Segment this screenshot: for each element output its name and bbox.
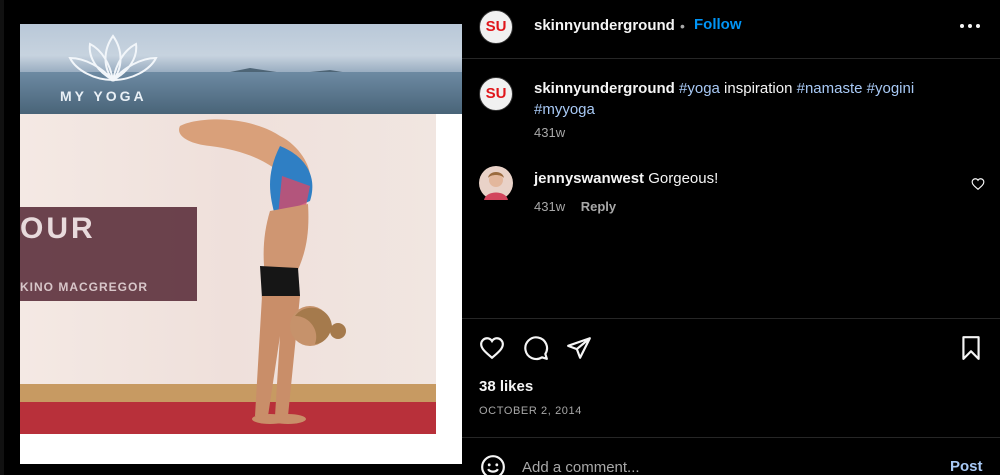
header-separator: • <box>680 18 685 34</box>
comment-username[interactable]: jennyswanwest <box>534 170 644 187</box>
add-comment-input[interactable] <box>522 457 922 475</box>
hashtag-link[interactable]: #namaste <box>797 80 863 97</box>
comment-composer: Post <box>462 437 1000 475</box>
post-detail-panel: SU skinnyunderground • Follow SU skinnyu… <box>462 0 1000 475</box>
save-bookmark-icon[interactable] <box>958 335 984 361</box>
comment-text: Gorgeous! <box>648 170 719 187</box>
lotus-logo-icon <box>68 34 158 82</box>
background-edge <box>0 0 4 475</box>
comment-meta: 431w Reply <box>534 199 616 214</box>
post-caption: skinnyunderground #yoga inspiration #nam… <box>534 78 974 120</box>
post-media[interactable]: MY YOGA OUR KINO MACGREGOR <box>0 0 462 475</box>
author-avatar[interactable]: SU <box>479 10 513 44</box>
commenter-avatar[interactable] <box>479 166 513 200</box>
post-comment-button[interactable]: Post <box>950 458 983 475</box>
caption-avatar[interactable]: SU <box>479 77 513 111</box>
hashtag-link[interactable]: #yogini <box>867 80 915 97</box>
comment-bubble-icon[interactable] <box>523 335 549 361</box>
post-header: SU skinnyunderground • Follow <box>462 0 1000 59</box>
caption-username[interactable]: skinnyunderground <box>534 80 675 97</box>
comment-like-heart-icon[interactable] <box>971 177 985 191</box>
comment-item: jennyswanwest Gorgeous! <box>534 170 718 187</box>
like-heart-icon[interactable] <box>479 335 505 361</box>
post-date[interactable]: OCTOBER 2, 2014 <box>479 405 582 417</box>
hashtag-link[interactable]: #myyoga <box>534 101 595 118</box>
hashtag-link[interactable]: #yoga <box>679 80 720 97</box>
author-username[interactable]: skinnyunderground <box>534 17 675 34</box>
emoji-icon[interactable] <box>480 454 506 475</box>
likes-count[interactable]: 38 likes <box>479 378 533 395</box>
share-send-icon[interactable] <box>566 335 592 361</box>
yoga-figure <box>179 119 346 424</box>
logo-text: MY YOGA <box>60 88 147 104</box>
caption-timestamp[interactable]: 431w <box>534 125 565 140</box>
more-horizontal-icon[interactable] <box>959 16 981 36</box>
post-image[interactable]: MY YOGA OUR KINO MACGREGOR <box>20 24 462 464</box>
caption-word: inspiration <box>719 80 797 97</box>
follow-button[interactable]: Follow <box>694 16 742 33</box>
comment-timestamp[interactable]: 431w <box>534 199 565 214</box>
post-actions: 38 likes OCTOBER 2, 2014 <box>462 318 1000 438</box>
reply-button[interactable]: Reply <box>581 199 616 214</box>
